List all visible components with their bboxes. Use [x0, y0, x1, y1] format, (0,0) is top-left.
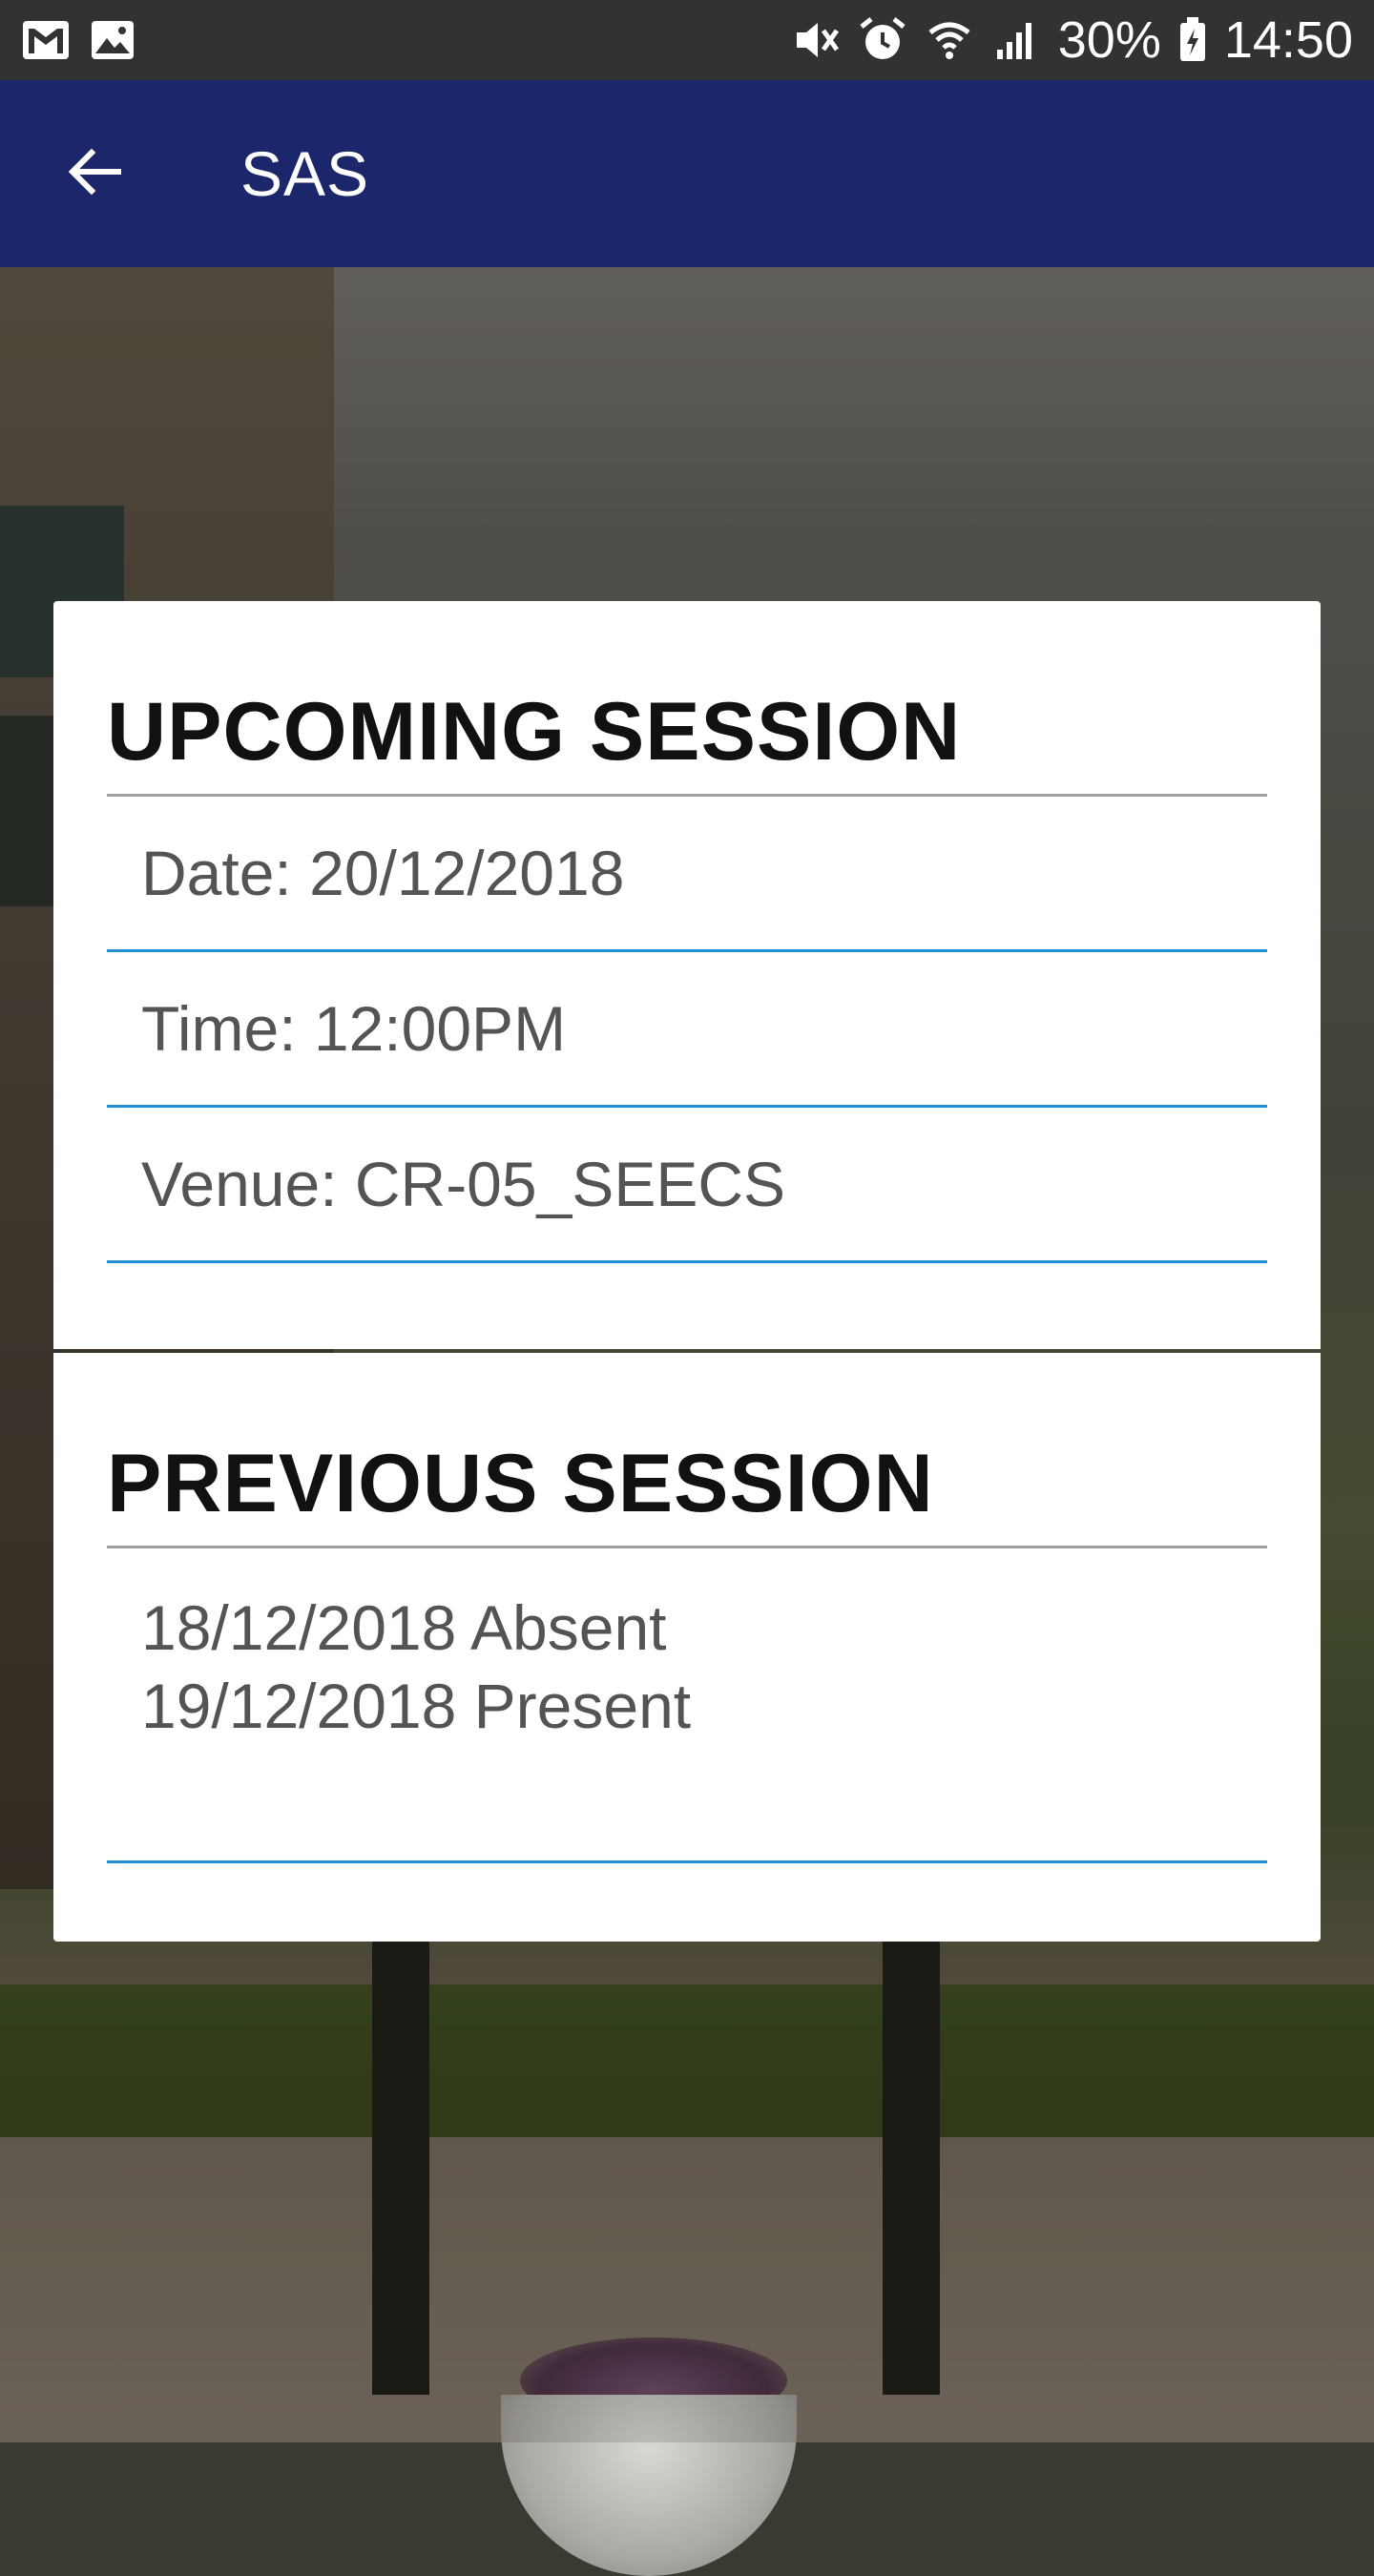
app-bar: SAS	[0, 80, 1374, 267]
image-icon	[88, 15, 137, 65]
status-bar: 30% 14:50	[0, 0, 1374, 80]
session-time-field[interactable]: Time: 12:00PM	[107, 952, 1267, 1108]
battery-percent: 30%	[1057, 11, 1161, 69]
upcoming-session-card: UPCOMING SESSION Date: 20/12/2018 Time: …	[53, 601, 1321, 1349]
signal-icon	[991, 15, 1041, 65]
app-title: SAS	[240, 138, 370, 209]
arrow-back-icon	[65, 141, 126, 207]
status-left	[21, 15, 137, 65]
clock: 14:50	[1223, 11, 1353, 69]
status-right: 30% 14:50	[791, 0, 1353, 80]
mute-icon	[791, 15, 841, 65]
list-item: 18/12/2018 Absent	[141, 1592, 667, 1663]
battery-charging-icon	[1178, 15, 1207, 65]
back-button[interactable]	[50, 128, 141, 219]
gmail-icon	[21, 15, 71, 65]
session-venue-field[interactable]: Venue: CR-05_SEECS	[107, 1108, 1267, 1263]
previous-session-card: PREVIOUS SESSION 18/12/2018 Absent 19/12…	[53, 1353, 1321, 1942]
previous-sessions-list[interactable]: 18/12/2018 Absent 19/12/2018 Present	[107, 1548, 1267, 1863]
alarm-icon	[858, 15, 907, 65]
previous-session-title: PREVIOUS SESSION	[107, 1438, 934, 1529]
wifi-icon	[925, 15, 974, 65]
session-date-field[interactable]: Date: 20/12/2018	[107, 797, 1267, 952]
list-item: 19/12/2018 Present	[141, 1671, 692, 1741]
upcoming-session-title: UPCOMING SESSION	[107, 686, 962, 778]
